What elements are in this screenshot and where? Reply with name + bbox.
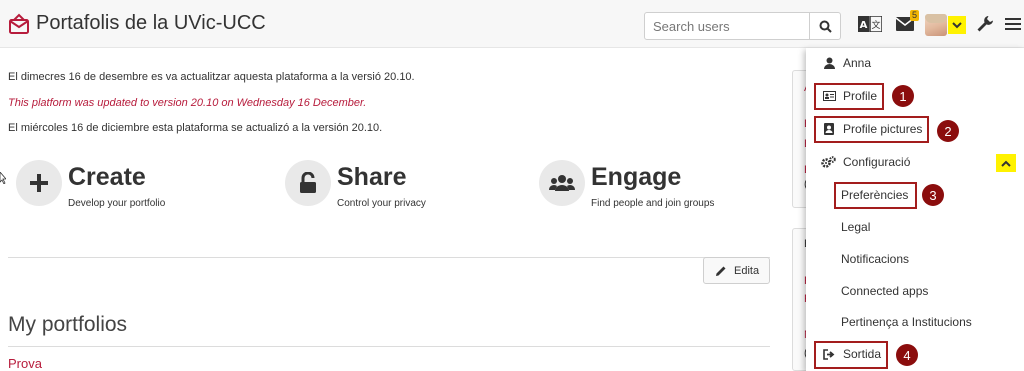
avatar-hair	[925, 14, 947, 23]
search-button[interactable]	[809, 12, 841, 40]
users-icon	[539, 160, 585, 206]
svg-text:A: A	[860, 20, 868, 31]
feature-subtitle: Find people and join groups	[591, 198, 715, 209]
settings-collapse-toggle[interactable]	[996, 154, 1016, 172]
menu-icon[interactable]	[1004, 15, 1022, 33]
annotation-number-badge: 2	[937, 120, 959, 142]
content-divider	[8, 257, 770, 258]
annotation-number-badge: 4	[896, 344, 918, 366]
user-icon	[822, 57, 836, 69]
update-notice-es: El miércoles 16 de diciembre esta plataf…	[8, 122, 383, 134]
menu-item-connected-apps[interactable]: Connected apps	[841, 284, 928, 298]
chevron-down-icon	[952, 21, 962, 28]
gears-icon	[820, 156, 836, 168]
menu-item-notifications[interactable]: Notificacions	[841, 252, 909, 266]
menu-item-legal[interactable]: Legal	[841, 220, 870, 234]
pencil-icon	[716, 266, 726, 276]
edit-label: Edita	[734, 264, 760, 277]
unlock-icon	[285, 160, 331, 206]
annotation-highlight-box	[814, 116, 929, 143]
section-divider	[8, 346, 770, 347]
feature-title: Engage	[591, 163, 682, 191]
annotation-highlight-box	[814, 83, 884, 110]
menu-label: Configuració	[843, 155, 911, 169]
annotation-highlight-box	[814, 341, 888, 369]
user-menu-toggle[interactable]	[948, 16, 966, 34]
cursor-icon	[0, 172, 6, 184]
language-icon[interactable]: A 文	[858, 15, 882, 33]
plus-icon	[16, 160, 62, 206]
avatar[interactable]	[925, 14, 947, 36]
portfolio-link[interactable]: Prova	[8, 356, 42, 371]
menu-item-institutions[interactable]: Pertinença a Institucions	[841, 315, 972, 329]
menu-label: Anna	[843, 56, 872, 70]
update-notice-en: This platform was updated to version 20.…	[8, 97, 367, 109]
update-notice-ca: El dimecres 16 de desembre es va actuali…	[8, 71, 415, 83]
wrench-icon[interactable]	[975, 14, 995, 34]
my-portfolios-title: My portfolios	[8, 313, 128, 336]
feature-title: Share	[337, 163, 407, 191]
feature-title: Create	[68, 163, 146, 191]
search-icon	[819, 20, 832, 33]
top-header: Portafolis de la UVic-UCC A 文 5	[0, 0, 1024, 48]
svg-text:文: 文	[871, 19, 880, 31]
edit-button[interactable]: Edita	[703, 257, 770, 284]
site-title[interactable]: Portafolis de la UVic-UCC	[36, 12, 266, 35]
search-users-input[interactable]	[644, 12, 810, 40]
annotation-number-badge: 3	[922, 184, 944, 206]
annotation-highlight-box	[834, 182, 917, 209]
mail-count-badge: 5	[910, 10, 920, 21]
menu-item-settings[interactable]: Configuració	[820, 155, 910, 169]
feature-create: Create Develop your portfolio	[16, 158, 266, 214]
menu-item-username[interactable]: Anna	[822, 56, 871, 70]
envelope-logo-icon[interactable]	[8, 13, 30, 35]
feature-subtitle: Control your privacy	[337, 198, 426, 209]
chevron-up-icon	[1001, 160, 1011, 167]
feature-subtitle: Develop your portfolio	[68, 198, 166, 209]
annotation-number-badge: 1	[892, 85, 914, 107]
feature-engage: Engage Find people and join groups	[539, 158, 779, 214]
feature-share: Share Control your privacy	[285, 158, 525, 214]
